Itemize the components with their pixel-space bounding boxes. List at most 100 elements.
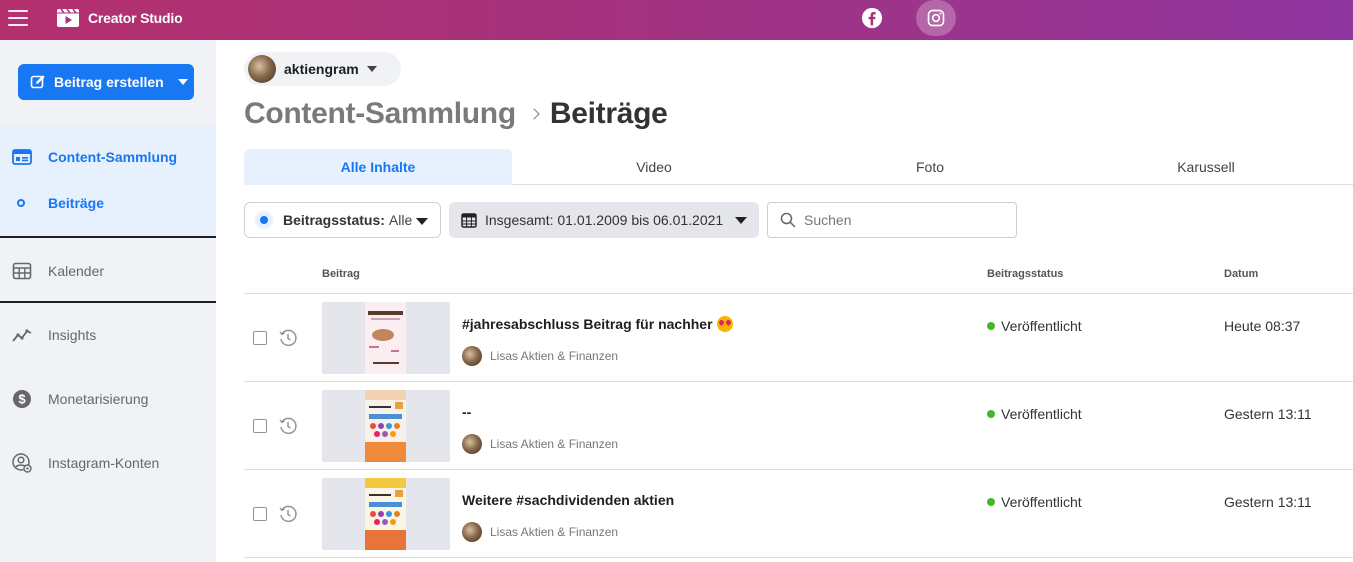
post-thumbnail[interactable] [322, 302, 450, 374]
post-image [365, 478, 406, 550]
table-row[interactable]: Weitere #sachdividenden aktien Lisas Akt… [244, 470, 1353, 558]
tab-photo[interactable]: Foto [796, 149, 1064, 185]
tab-carousel[interactable]: Karussell [1072, 149, 1340, 185]
edit-icon [30, 75, 45, 89]
content-library-icon [12, 149, 32, 165]
page-title: Beiträge [549, 97, 668, 130]
avatar [462, 346, 482, 366]
sidebar-divider [0, 236, 216, 238]
author-name: Lisas Aktien & Finanzen [490, 349, 619, 363]
account-settings-icon [12, 453, 32, 473]
main-content: aktiengram Content-Sammlung Beiträge All… [216, 40, 1353, 562]
sidebar-item-content-library[interactable]: Content-Sammlung [0, 137, 216, 177]
status-filter-dropdown[interactable]: Beitragsstatus: Alle [244, 202, 441, 238]
chevron-right-icon [528, 108, 540, 120]
app-title: Creator Studio [88, 10, 183, 26]
insights-icon [12, 329, 32, 342]
sidebar-item-monetization[interactable]: $ Monetarisierung [0, 379, 216, 419]
sidebar-item-calendar[interactable]: Kalender [0, 251, 216, 291]
search-icon [780, 212, 796, 228]
post-image [365, 302, 406, 374]
post-title: Weitere #sachdividenden aktien [462, 492, 675, 508]
search-box [767, 202, 1017, 238]
column-header-post[interactable]: Beitrag [322, 268, 360, 280]
calendar-icon [12, 262, 32, 280]
sidebar-item-label: Content-Sammlung [48, 149, 178, 165]
sidebar-item-insights[interactable]: Insights [0, 315, 216, 355]
search-input[interactable] [804, 212, 1004, 228]
status-badge: Veröffentlicht [987, 406, 1082, 422]
sidebar-item-label: Monetarisierung [48, 391, 149, 407]
post-date: Gestern 13:11 [1224, 406, 1312, 422]
author-name: Lisas Aktien & Finanzen [490, 525, 619, 539]
sidebar-item-label: Kalender [48, 263, 105, 279]
table-row[interactable]: -- Lisas Aktien & Finanzen Veröffentlich… [244, 382, 1353, 470]
instagram-tab[interactable] [916, 0, 956, 36]
row-checkbox[interactable] [253, 507, 267, 521]
post-image [365, 390, 406, 462]
post-thumbnail[interactable] [322, 478, 450, 550]
breadcrumb: Content-Sammlung Beiträge [244, 94, 668, 134]
status-dot-icon [255, 211, 273, 229]
account-name: aktiengram [284, 61, 359, 77]
status-filter-label: Beitragsstatus: [283, 212, 385, 228]
calendar-icon [461, 213, 477, 228]
column-header-date[interactable]: Datum [1224, 268, 1258, 280]
author-name: Lisas Aktien & Finanzen [490, 437, 619, 451]
date-range-dropdown[interactable]: Insgesamt: 01.01.2009 bis 06.01.2021 [449, 202, 759, 238]
status-dot-icon [987, 322, 995, 330]
sidebar-item-instagram-accounts[interactable]: Instagram-Konten [0, 443, 216, 483]
status-badge: Veröffentlicht [987, 318, 1082, 334]
post-author: Lisas Aktien & Finanzen [462, 434, 618, 454]
menu-icon[interactable] [8, 10, 28, 28]
sidebar-item-posts[interactable]: Beiträge [0, 183, 216, 223]
post-thumbnail[interactable] [322, 390, 450, 462]
avatar [462, 522, 482, 542]
post-title: -- [462, 404, 472, 420]
sidebar-divider [0, 301, 216, 303]
table-row[interactable]: #jahresabschluss Beitrag für nachher Lis… [244, 294, 1353, 382]
chevron-down-icon [735, 217, 747, 224]
history-icon [279, 505, 297, 523]
dollar-icon: $ [13, 390, 31, 408]
table-header: Beitrag Beitragsstatus Datum [244, 258, 1353, 294]
chevron-down-icon [366, 66, 377, 72]
status-dot-icon [987, 498, 995, 506]
status-dot-icon [987, 410, 995, 418]
history-icon [279, 329, 297, 347]
chevron-down-icon [177, 79, 188, 85]
tab-all-content[interactable]: Alle Inhalte [244, 149, 512, 185]
top-bar: Creator Studio [0, 0, 1353, 40]
sidebar-item-label: Beiträge [48, 195, 105, 211]
avatar [248, 55, 276, 83]
post-title: #jahresabschluss Beitrag für nachher [462, 316, 733, 332]
svg-text:$: $ [18, 392, 26, 407]
status-filter-value: Alle [388, 212, 413, 228]
avatar [462, 434, 482, 454]
post-date: Gestern 13:11 [1224, 494, 1312, 510]
row-checkbox[interactable] [253, 419, 267, 433]
sidebar-item-label: Instagram-Konten [48, 455, 160, 471]
facebook-icon[interactable] [861, 7, 883, 29]
instagram-icon [927, 9, 945, 27]
heart-eyes-emoji-icon [716, 316, 733, 332]
account-switcher[interactable]: aktiengram [244, 52, 401, 86]
date-range-value: Insgesamt: 01.01.2009 bis 06.01.2021 [485, 212, 724, 228]
row-checkbox[interactable] [253, 331, 267, 345]
post-title-text: #jahresabschluss Beitrag für nachher [462, 316, 713, 332]
sidebar: Beitrag erstellen Content-Sammlung Beitr… [0, 40, 216, 562]
tab-video[interactable]: Video [520, 149, 788, 185]
creator-studio-logo-icon [57, 8, 79, 27]
create-post-button[interactable]: Beitrag erstellen [18, 64, 194, 100]
column-header-status[interactable]: Beitragsstatus [987, 268, 1063, 280]
create-post-label: Beitrag erstellen [54, 74, 164, 90]
content-tabs: Alle Inhalte Video Foto Karussell [244, 149, 1353, 185]
breadcrumb-content-library[interactable]: Content-Sammlung [244, 97, 516, 131]
chevron-down-icon [416, 218, 428, 225]
sidebar-item-label: Insights [48, 327, 97, 343]
status-text: Veröffentlicht [1001, 494, 1082, 510]
post-date: Heute 08:37 [1224, 318, 1301, 334]
status-text: Veröffentlicht [1001, 406, 1082, 422]
status-badge: Veröffentlicht [987, 494, 1082, 510]
history-icon [279, 417, 297, 435]
